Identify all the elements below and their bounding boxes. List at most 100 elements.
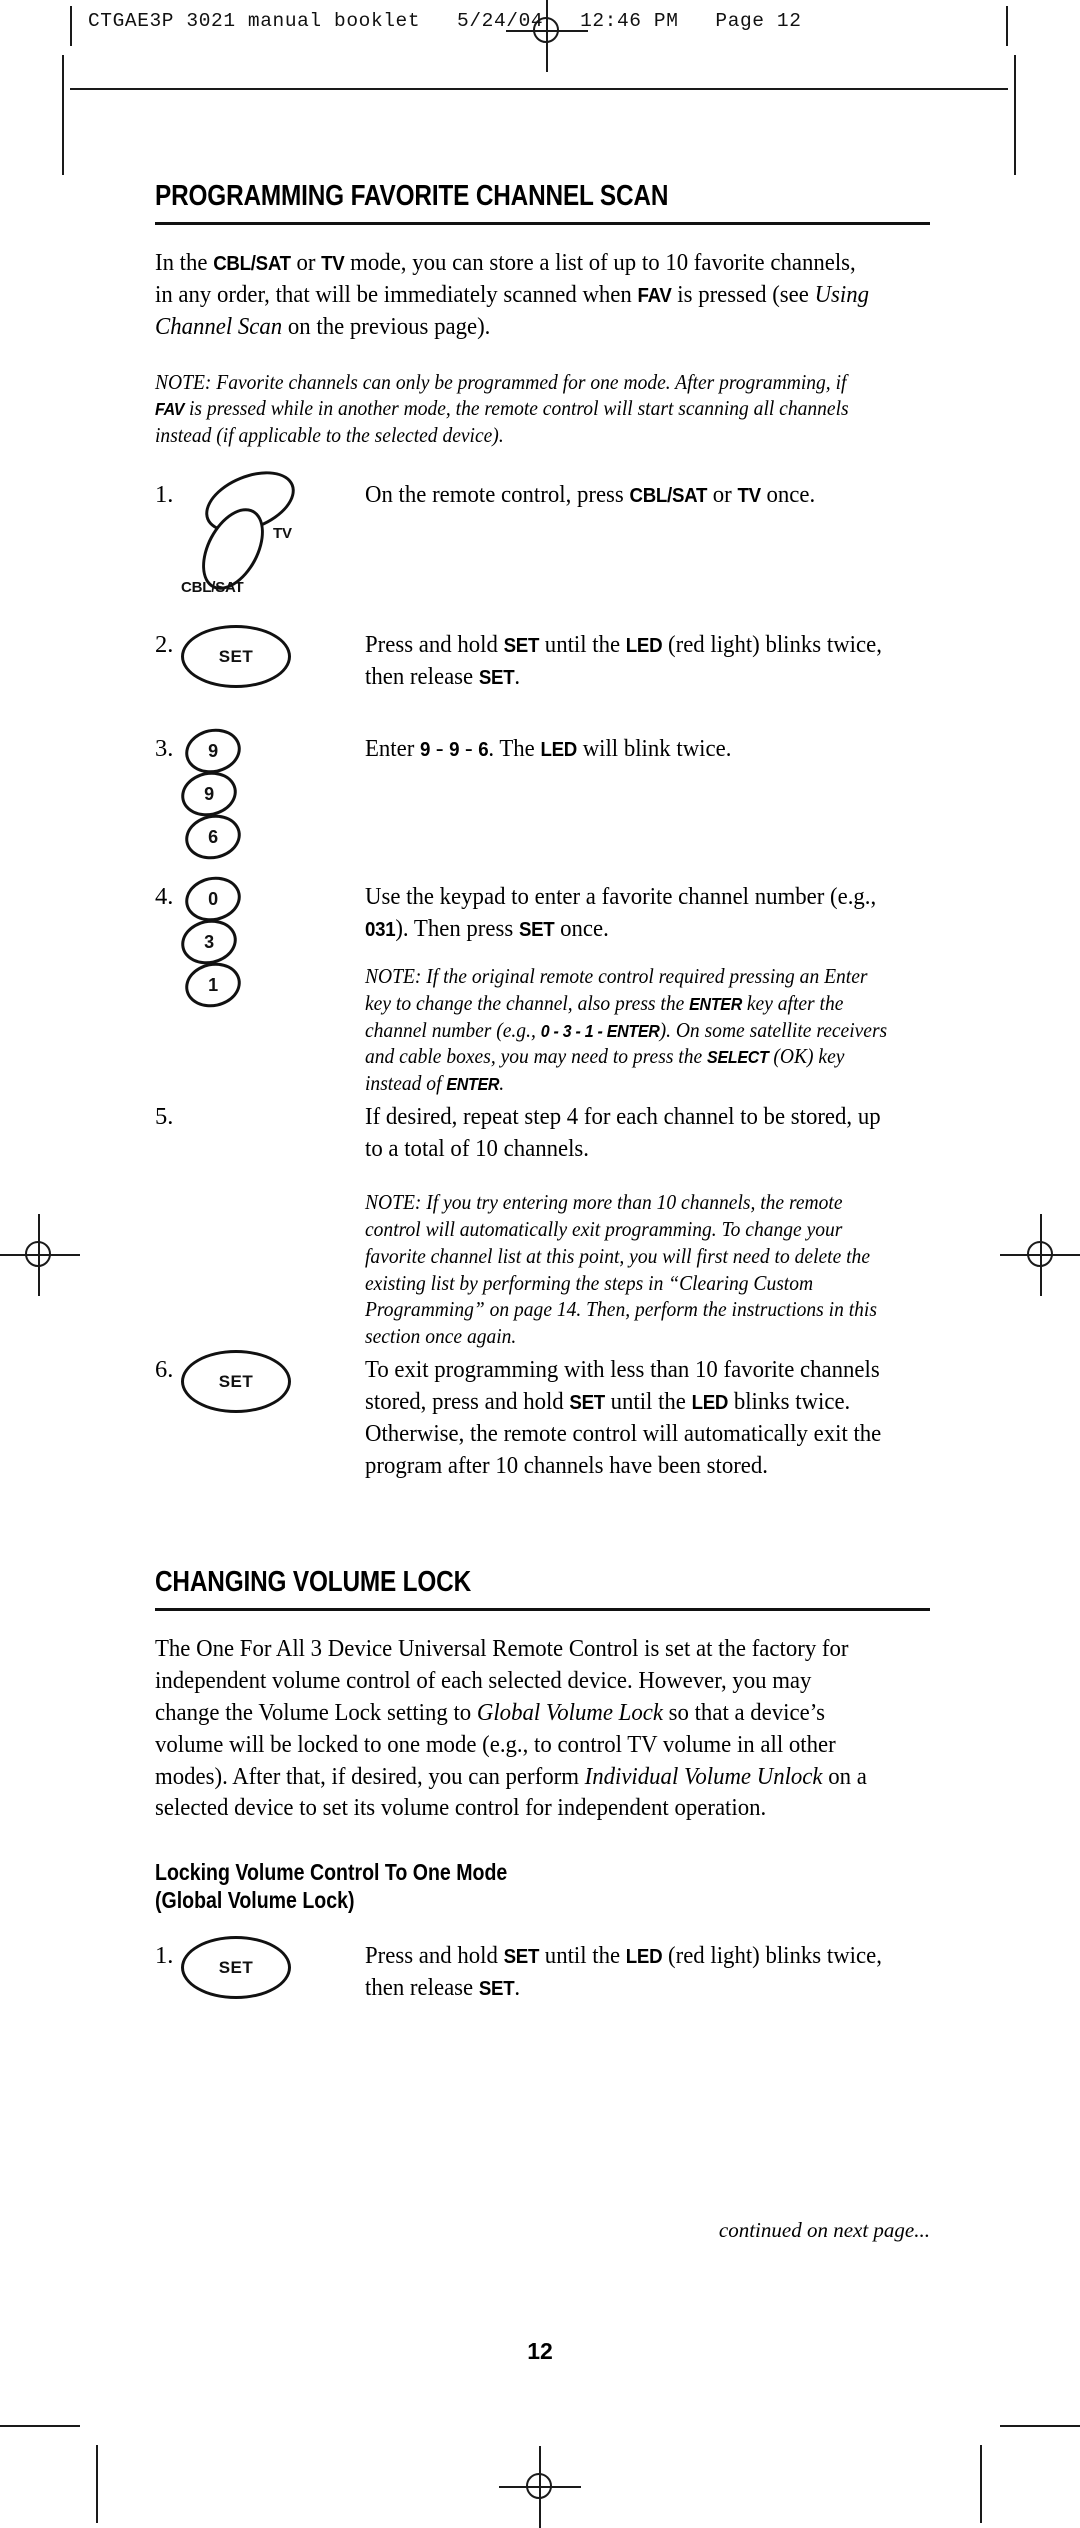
step-illustration: TV CBL/SAT — [181, 459, 321, 605]
key-set: SET — [569, 1392, 605, 1414]
subsection-title: Locking Volume Control To One Mode (Globa… — [155, 1858, 814, 1914]
step-5-text: If desired, repeat step 4 for each chann… — [365, 1103, 881, 1163]
cbl-sat-button-label: CBL/SAT — [181, 579, 244, 597]
step-6-text: To exit programming with less than 10 fa… — [365, 1354, 890, 1481]
step-illustration: SET — [181, 1936, 321, 2000]
digit-key-icon: 0 — [181, 871, 245, 927]
step-2-text-2: until the — [539, 631, 626, 659]
step-1-text: On the remote control, press CBL/SAT or … — [365, 479, 890, 511]
print-imprint-header: CTGAE3P 3021 manual booklet 5/24/04 12:4… — [88, 10, 802, 32]
step-1: 1. TV CBL/SAT On the remote control, pre… — [155, 459, 930, 629]
digit-keys-art: 9 9 6 — [177, 723, 301, 865]
intro-paragraph: In the CBL/SAT or TV mode, you can store… — [155, 247, 876, 343]
intro-note: NOTE: Favorite channels can only be prog… — [155, 369, 876, 450]
intro-note-text-1: NOTE: Favorite channels can only be prog… — [155, 369, 847, 394]
key-tv: TV — [737, 485, 761, 508]
step-3-text-1: Enter — [365, 735, 421, 763]
step-1-text-3: once. — [760, 481, 816, 509]
tv-button-label: TV — [273, 525, 292, 543]
step-3-text-5: will blink twice. — [576, 735, 732, 763]
crop-mark-bottom-right-vert — [980, 2445, 982, 2523]
digit-key-label: 1 — [207, 974, 219, 995]
key-led: LED — [691, 1392, 729, 1414]
step-illustration: SET — [181, 1350, 321, 1414]
volume-step-text-2: until the — [539, 1942, 626, 1970]
volume-step-text-4: . — [514, 1974, 521, 2002]
section-rule — [155, 1608, 930, 1612]
step-4-text-2: ). Then press — [395, 915, 519, 942]
imprint-rule-left — [70, 6, 72, 46]
step-body: Use the keypad to enter a favorite chann… — [365, 881, 930, 1097]
digit-key-label: 0 — [207, 888, 219, 909]
key-led: LED — [625, 635, 663, 658]
digit-key-icon: 3 — [177, 914, 241, 970]
trim-line-top — [70, 88, 1008, 90]
key-9: 9 — [420, 739, 431, 762]
key-sequence-031-enter: 0 - 3 - 1 - ENTER — [540, 1020, 660, 1041]
key-fav: FAV — [155, 399, 185, 420]
set-button-icon: SET — [181, 625, 291, 689]
step-5: 5. If desired, repeat step 4 for each ch… — [155, 1101, 930, 1350]
page-number: 12 — [527, 2338, 553, 2364]
step-body: To exit programming with less than 10 fa… — [365, 1354, 930, 1481]
set-button-icon: SET — [181, 1936, 291, 2000]
step-number: 5. — [155, 1103, 174, 1131]
step-4-note: NOTE: If the original remote control req… — [365, 963, 890, 1097]
key-set: SET — [503, 635, 540, 658]
step-4-text-3: once. — [554, 915, 609, 942]
key-cbl-sat: CBL/SAT — [629, 485, 708, 508]
key-fav: FAV — [637, 284, 672, 307]
step-4-note-5: . — [499, 1071, 505, 1096]
key-set: SET — [478, 1978, 515, 2001]
step-number: 4. — [155, 883, 174, 911]
digit-key-icon: 9 — [181, 723, 245, 779]
key-cbl-sat: CBL/SAT — [213, 253, 291, 275]
step-1-text-2: or — [707, 481, 738, 509]
set-button-icon: SET — [181, 1350, 291, 1414]
step-3-text-4: . The — [488, 735, 541, 763]
step-6: 6. SET To exit programming with less tha… — [155, 1350, 930, 1514]
registration-mark-left — [0, 1214, 80, 1296]
crop-mark-top-right-vert — [1014, 55, 1016, 175]
volume-step-1: 1. SET Press and hold SET until the LED … — [155, 1936, 930, 2040]
digit-key-label: 9 — [207, 740, 219, 761]
step-4-text-1: Use the keypad to enter a favorite chann… — [365, 883, 877, 911]
key-enter: ENTER — [446, 1074, 500, 1095]
section-title-volume-lock: CHANGING VOLUME LOCK — [155, 1566, 472, 1599]
step-5-note: NOTE: If you try entering more than 10 c… — [365, 1189, 877, 1349]
key-set: SET — [518, 919, 555, 941]
registration-mark-right — [1000, 1214, 1080, 1296]
global-volume-lock-term: Global Volume Lock — [476, 1698, 663, 1726]
step-body: On the remote control, press CBL/SAT or … — [365, 479, 930, 511]
digit-key-label: 9 — [203, 783, 215, 804]
crop-mark-bottom-right-horz — [1000, 2425, 1080, 2427]
crop-mark-top-left-vert — [62, 55, 64, 175]
step-number: 3. — [155, 735, 174, 763]
step-3-text: Enter 9 - 9 - 6. The LED will blink twic… — [365, 733, 890, 765]
title-rule — [155, 222, 930, 225]
crop-mark-bottom-left-vert — [96, 2445, 98, 2523]
step-3-text-3: - — [459, 735, 479, 763]
digit-keys-art: 0 3 1 — [177, 871, 301, 1013]
step-2-text-1: Press and hold — [365, 631, 504, 659]
step-body: Press and hold SET until the LED (red li… — [365, 629, 930, 693]
step-illustration: SET — [181, 625, 321, 689]
mode-buttons-art: TV CBL/SAT — [181, 459, 331, 605]
digit-key-label: 3 — [203, 931, 215, 952]
step-number: 1. — [155, 481, 174, 509]
key-tv: TV — [321, 253, 345, 275]
intro-note-text-2: is pressed while in another mode, the re… — [155, 396, 849, 448]
key-select: SELECT — [707, 1047, 769, 1068]
step-body: If desired, repeat step 4 for each chann… — [365, 1101, 930, 1350]
individual-volume-unlock-term: Individual Volume Unlock — [584, 1762, 823, 1790]
imprint-rule-right — [1006, 6, 1008, 46]
step-2: 2. SET Press and hold SET until the LED … — [155, 625, 930, 733]
step-6-text-2: until the — [604, 1388, 692, 1415]
key-6: 6 — [478, 739, 489, 762]
key-set: SET — [503, 1946, 540, 1969]
step-3-text-2: - — [430, 735, 450, 763]
digit-key-icon: 6 — [181, 809, 245, 865]
step-number: 1. — [155, 1942, 174, 1970]
page-title: PROGRAMMING FAVORITE CHANNEL SCAN — [155, 180, 669, 212]
step-illustration: 0 3 1 — [177, 871, 321, 1013]
